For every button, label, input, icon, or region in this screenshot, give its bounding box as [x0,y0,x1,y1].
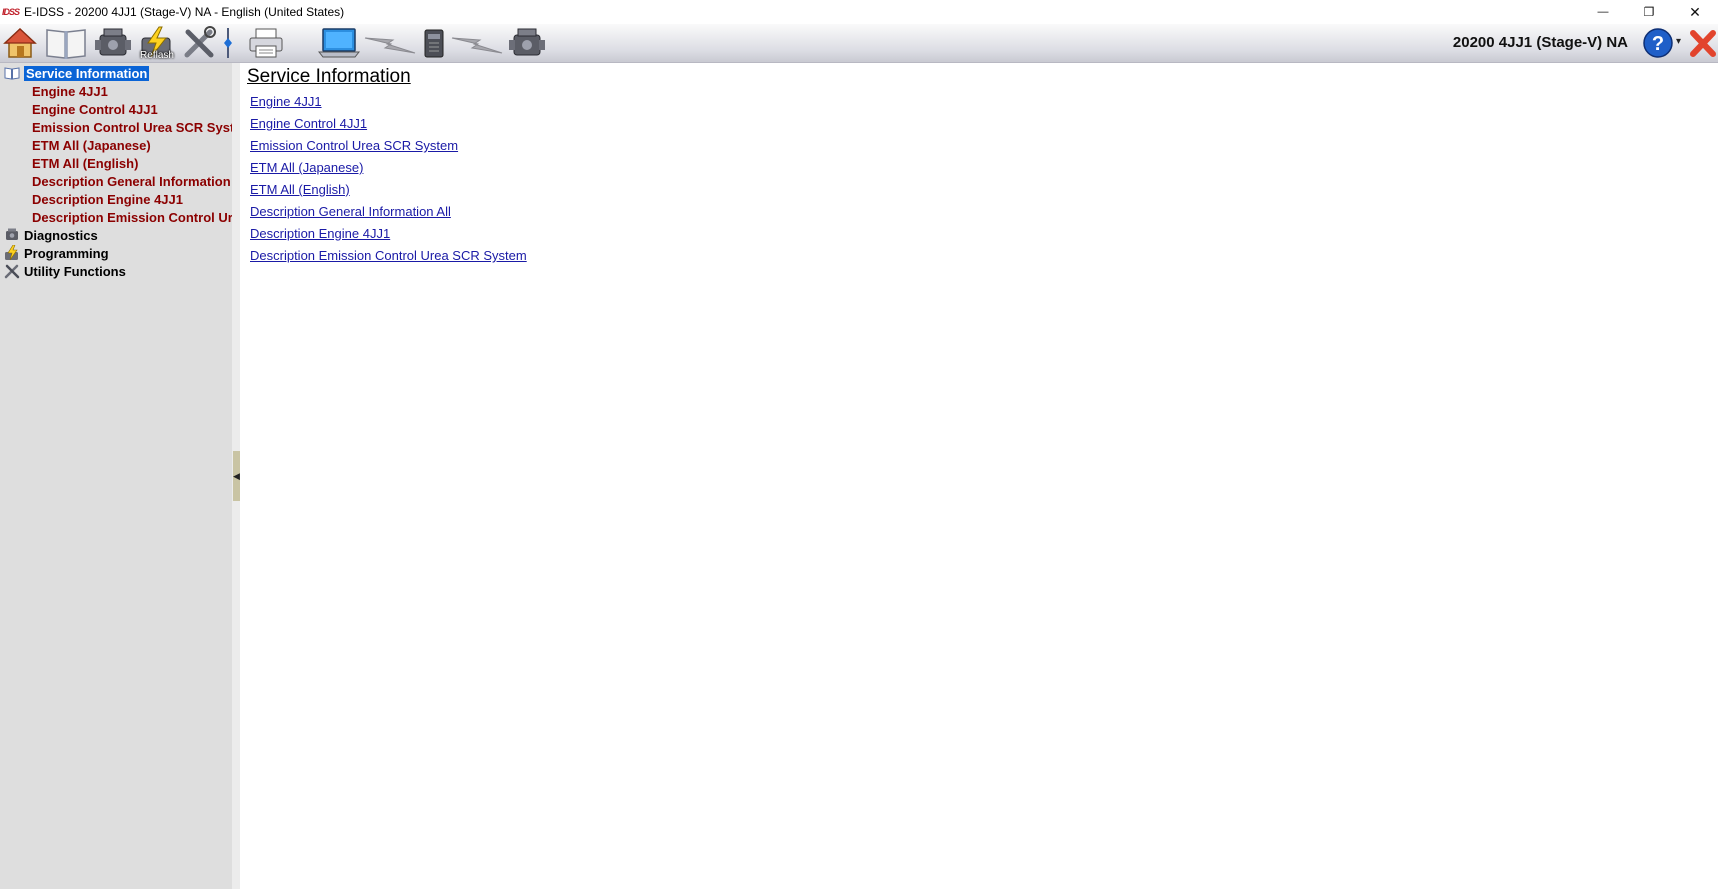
close-icon: ✕ [1689,3,1701,20]
book-icon [46,29,86,59]
tree-label: Programming [24,245,109,261]
page-title: Service Information [247,66,411,87]
home-button[interactable] [2,26,38,60]
tree-label: Description General Information All [32,173,232,189]
main-toolbar: Reflash 20200 4JJ1 (Stage-V) NA ? ▾ [0,24,1718,63]
tree-item-description-emission-control[interactable]: Description Emission Control Urea SCR Sy… [32,208,232,226]
link-description-general-info[interactable]: Description General Information All [250,204,451,219]
help-icon: ? [1643,28,1673,58]
engine-button[interactable] [508,26,546,60]
tools-icon [184,26,216,58]
tree-label: Utility Functions [24,263,126,279]
link-etm-english[interactable]: ETM All (English) [250,182,350,197]
laptop-icon [318,28,360,58]
tree-label: Diagnostics [24,227,98,243]
tree-item-diagnostics[interactable]: Diagnostics [0,226,98,244]
interface-button[interactable] [421,26,447,60]
tree-item-description-general-info[interactable]: Description General Information All [32,172,232,190]
exit-button[interactable] [1688,26,1718,60]
link-description-engine-4jj1[interactable]: Description Engine 4JJ1 [250,226,390,241]
lightning-icon [451,37,503,54]
engine-icon [6,228,18,240]
tree-item-service-information[interactable]: Service Information [0,64,150,82]
tree-item-engine-4jj1[interactable]: Engine 4JJ1 [32,82,108,100]
tree-label: Engine Control 4JJ1 [32,101,158,117]
help-dropdown-icon[interactable]: ▾ [1676,36,1681,47]
exit-x-icon [1690,30,1716,57]
restore-icon: ❐ [1643,5,1655,19]
link-etm-japanese[interactable]: ETM All (Japanese) [250,160,363,175]
tree-label: Description Engine 4JJ1 [32,191,183,207]
reflash-label: Reflash [140,50,174,61]
reflash-button[interactable]: Reflash [137,26,177,61]
restore-button[interactable]: ❐ [1626,0,1672,24]
app-logo: IDSS [2,7,20,17]
tree-label: Service Information [24,65,150,81]
interface-device-icon [424,29,444,58]
navigation-tree: Service Information Engine 4JJ1 Engine C… [0,63,232,889]
tree-item-description-engine-4jj1[interactable]: Description Engine 4JJ1 [32,190,183,208]
minimize-button[interactable]: — [1580,0,1626,24]
close-window-button[interactable]: ✕ [1672,0,1718,24]
tools-icon [4,264,20,279]
print-button[interactable] [247,26,285,60]
collapse-arrow-icon: ◀ [233,470,240,481]
tree-item-emission-control-urea-scr[interactable]: Emission Control Urea SCR System [32,118,232,136]
tree-label: ETM All (Japanese) [32,137,151,153]
link-2-indicator [450,26,504,60]
app-window: IDSS E-IDSS - 20200 4JJ1 (Stage-V) NA - … [0,0,1718,889]
lightning-engine-icon [5,245,18,261]
printer-icon [249,28,283,58]
engine-icon [95,28,131,56]
toolbar-separator [223,26,233,60]
tree-item-engine-control-4jj1[interactable]: Engine Control 4JJ1 [32,100,158,118]
home-icon [3,27,37,58]
diagnostics-button[interactable] [94,26,132,60]
tree-item-etm-english[interactable]: ETM All (English) [32,154,138,172]
collapse-sidebar-handle[interactable]: ◀ [233,451,240,501]
window-controls: — ❐ ✕ [1580,0,1718,24]
tree-label: Engine 4JJ1 [32,83,108,99]
window-title: E-IDSS - 20200 4JJ1 (Stage-V) NA - Engli… [24,5,345,19]
link-description-emission-control[interactable]: Description Emission Control Urea SCR Sy… [250,248,527,263]
title-bar: IDSS E-IDSS - 20200 4JJ1 (Stage-V) NA - … [0,0,1718,24]
tree-item-etm-japanese[interactable]: ETM All (Japanese) [32,136,151,154]
link-emission-control-urea-scr[interactable]: Emission Control Urea SCR System [250,138,458,153]
vehicle-label: 20200 4JJ1 (Stage-V) NA [1452,34,1628,51]
content-pane: Service Information Engine 4JJ1 Engine C… [240,63,1718,889]
tree-label: ETM All (English) [32,155,139,171]
utility-button[interactable] [182,26,216,60]
lightning-icon [364,37,416,54]
link-engine-control-4jj1[interactable]: Engine Control 4JJ1 [250,116,367,131]
link-1-indicator [363,26,417,60]
service-information-button[interactable] [44,26,88,60]
divider-icon [224,28,232,58]
tree-label: Description Emission Control Urea SCR Sy… [32,209,232,225]
laptop-button[interactable] [318,26,360,60]
engine-icon [509,28,545,56]
tree-label: Emission Control Urea SCR System [32,119,232,135]
help-button[interactable]: ? [1642,26,1676,60]
svg-text:?: ? [1652,33,1664,55]
tree-item-utility-functions[interactable]: Utility Functions [0,262,126,280]
minimize-icon: — [1597,6,1609,18]
book-icon [4,67,20,80]
link-engine-4jj1[interactable]: Engine 4JJ1 [250,94,322,109]
tree-item-programming[interactable]: Programming [0,244,109,262]
